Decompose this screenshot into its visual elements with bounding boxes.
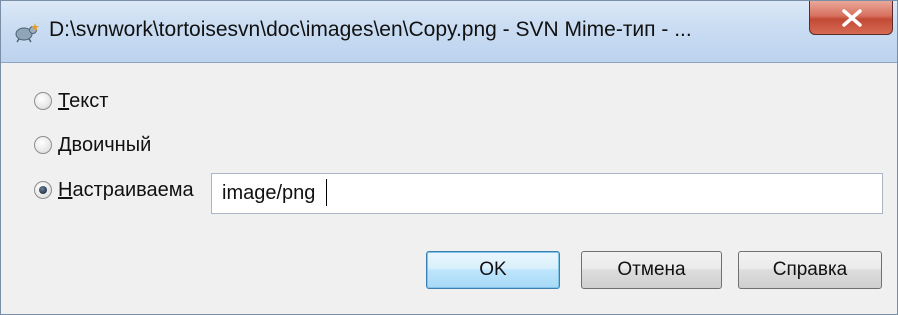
dialog-client-area: Текст Двоичный Настраиваема OK Отмена Сп… bbox=[1, 63, 897, 314]
radio-custom-accel: Н bbox=[58, 178, 73, 201]
ok-button[interactable]: OK bbox=[426, 251, 560, 289]
radio-text-button[interactable] bbox=[34, 92, 52, 110]
radio-binary-label[interactable]: Двоичный bbox=[58, 134, 151, 157]
mime-type-dialog: D:\svnwork\tortoisesvn\doc\images\en\Cop… bbox=[0, 0, 898, 315]
custom-mime-input[interactable] bbox=[211, 173, 883, 214]
title-bar[interactable]: D:\svnwork\tortoisesvn\doc\images\en\Cop… bbox=[1, 1, 897, 63]
radio-binary-accel: Д bbox=[58, 133, 72, 156]
radio-custom[interactable]: Настраиваема bbox=[34, 176, 194, 204]
radio-binary[interactable]: Двоичный bbox=[34, 131, 151, 159]
cancel-button[interactable]: Отмена bbox=[581, 251, 722, 289]
radio-custom-label[interactable]: Настраиваема bbox=[58, 179, 194, 202]
radio-text-label[interactable]: Текст bbox=[58, 90, 108, 113]
radio-text-rest: екст bbox=[69, 89, 109, 112]
radio-text-accel: Т bbox=[58, 89, 70, 112]
close-x-icon bbox=[842, 9, 862, 27]
radio-text[interactable]: Текст bbox=[34, 87, 108, 115]
close-button[interactable] bbox=[809, 1, 893, 35]
tortoisesvn-icon bbox=[13, 21, 39, 43]
text-caret bbox=[326, 179, 327, 206]
radio-binary-button[interactable] bbox=[34, 136, 52, 154]
radio-custom-button[interactable] bbox=[34, 181, 52, 199]
radio-custom-rest: астраиваема bbox=[72, 178, 194, 201]
window-title: D:\svnwork\tortoisesvn\doc\images\en\Cop… bbox=[49, 18, 692, 41]
radio-binary-rest: воичный bbox=[71, 133, 152, 156]
help-button[interactable]: Справка bbox=[738, 251, 882, 289]
